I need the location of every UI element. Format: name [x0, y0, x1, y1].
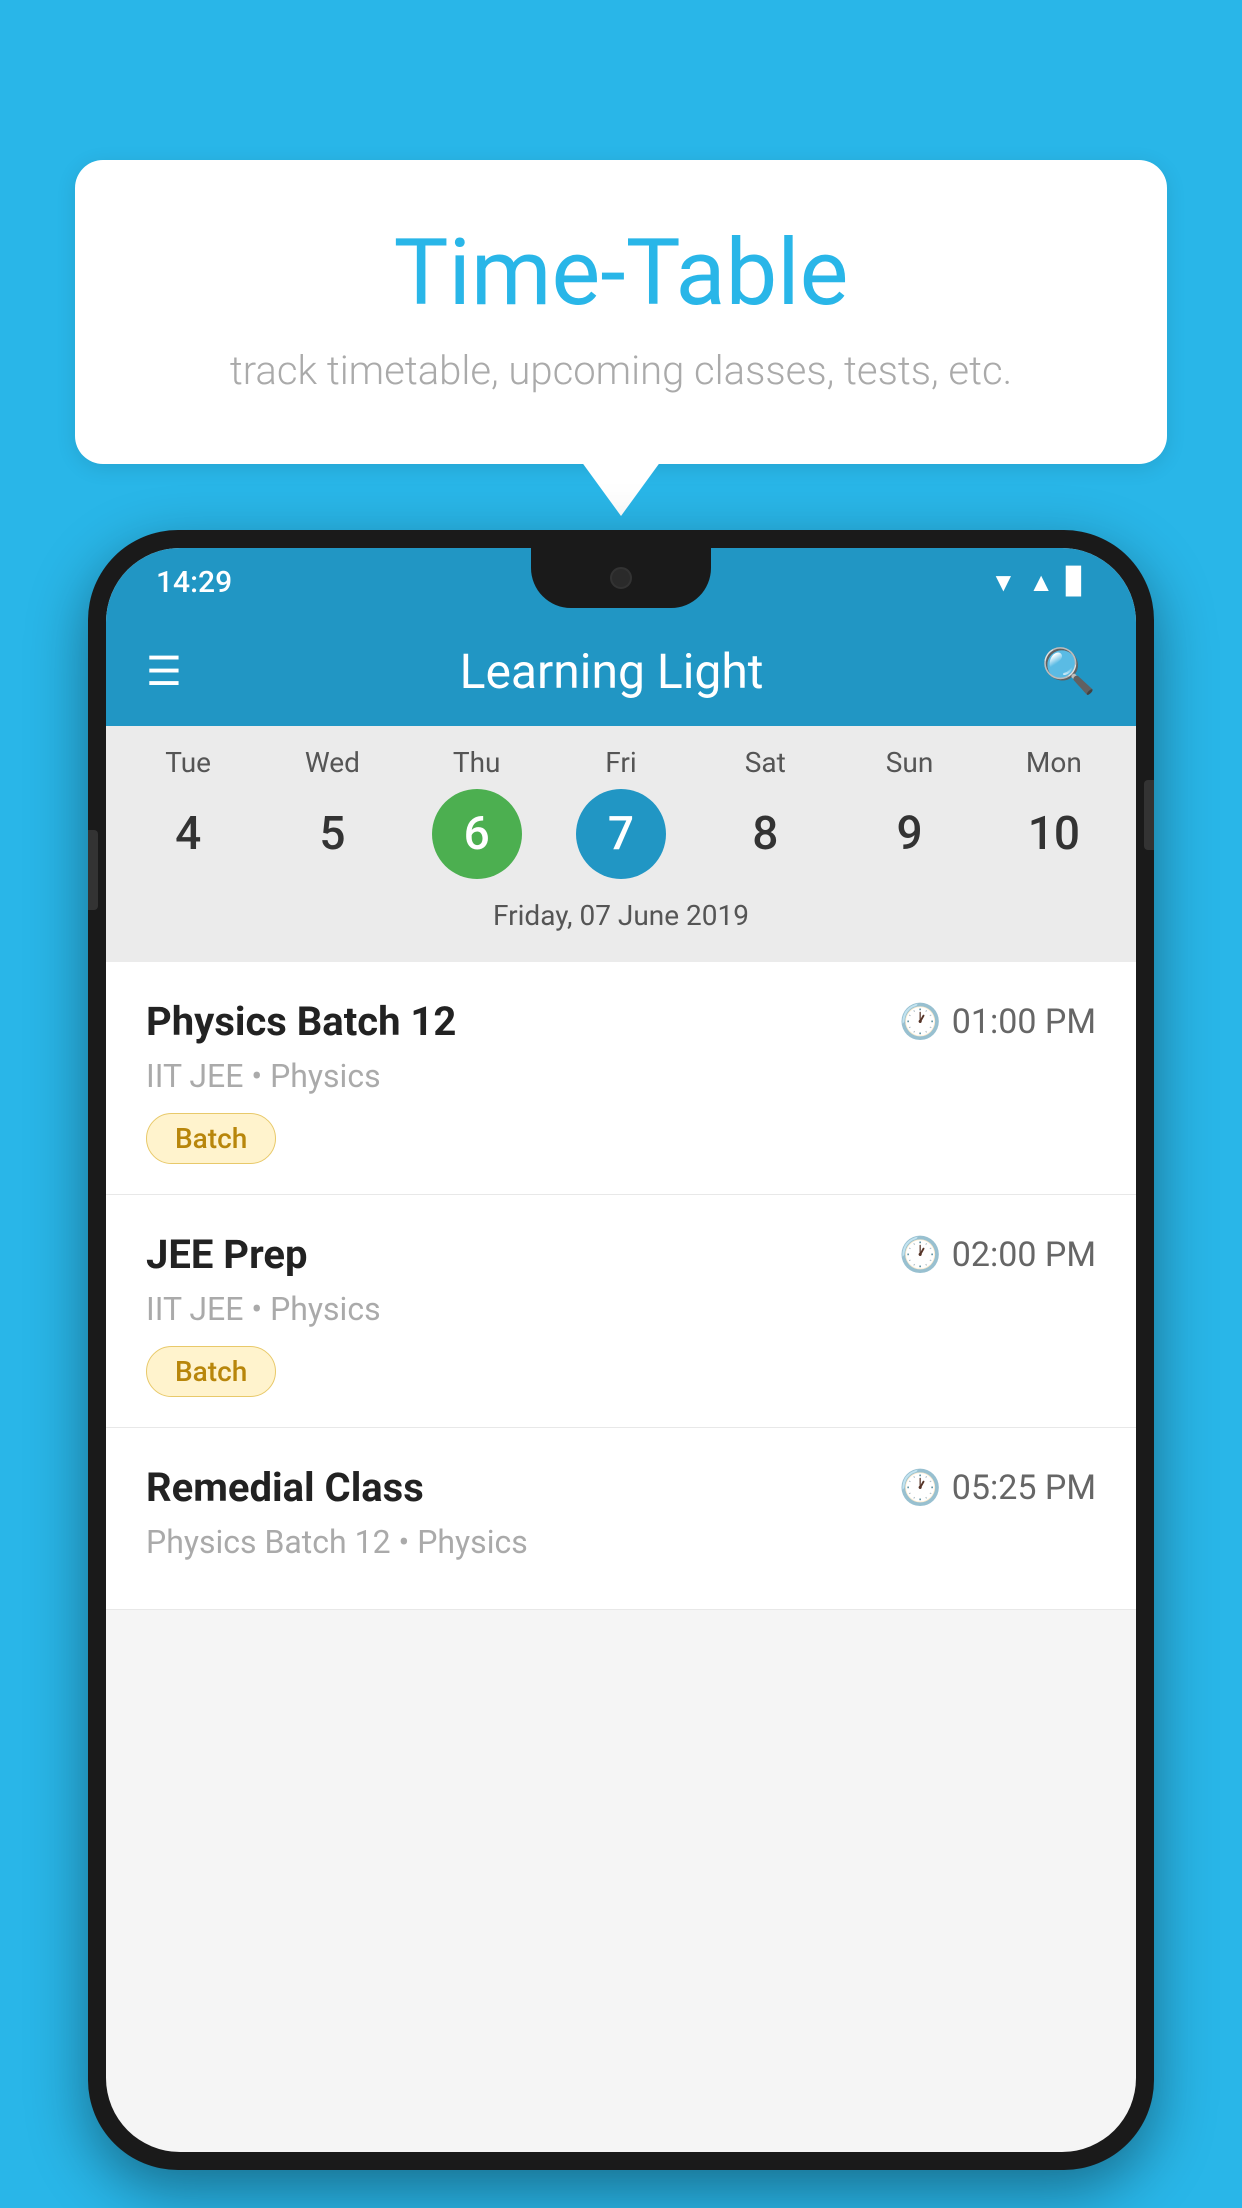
- speech-bubble-card: Time-Table track timetable, upcoming cla…: [75, 160, 1167, 464]
- schedule-item-2-header: JEE Prep 🕐 02:00 PM: [146, 1231, 1096, 1278]
- search-icon[interactable]: 🔍: [1041, 645, 1096, 697]
- phone-frame: 14:29 ▼ ▲ ▊ ☰ Learning Light 🔍 Tue Wed T…: [88, 530, 1154, 2170]
- selected-date: Friday, 07 June 2019: [106, 889, 1136, 952]
- schedule-item-1-header: Physics Batch 12 🕐 01:00 PM: [146, 998, 1096, 1045]
- phone-screen: 14:29 ▼ ▲ ▊ ☰ Learning Light 🔍 Tue Wed T…: [106, 548, 1136, 2152]
- schedule-item-1-title: Physics Batch 12: [146, 998, 456, 1045]
- schedule-item-3-time: 🕐 05:25 PM: [899, 1468, 1096, 1508]
- day-header-wed: Wed: [260, 746, 404, 779]
- battery-icon: ▊: [1066, 567, 1086, 597]
- schedule-list: Physics Batch 12 🕐 01:00 PM IIT JEE • Ph…: [106, 962, 1136, 1610]
- day-8[interactable]: 8: [720, 789, 810, 879]
- day-header-tue: Tue: [116, 746, 260, 779]
- day-6-today[interactable]: 6: [432, 789, 522, 879]
- batch-badge-2: Batch: [146, 1346, 276, 1397]
- bubble-subtitle: track timetable, upcoming classes, tests…: [155, 347, 1087, 394]
- day-header-fri: Fri: [549, 746, 693, 779]
- status-icons: ▼ ▲ ▊: [991, 567, 1086, 598]
- day-7-selected[interactable]: 7: [576, 789, 666, 879]
- schedule-item-1-subtitle: IIT JEE • Physics: [146, 1057, 1096, 1095]
- day-headers: Tue Wed Thu Fri Sat Sun Mon: [106, 746, 1136, 779]
- volume-button: [88, 830, 98, 910]
- day-10[interactable]: 10: [1009, 789, 1099, 879]
- notch: [531, 548, 711, 608]
- clock-icon-1: 🕐: [899, 1002, 941, 1042]
- schedule-item-3-subtitle: Physics Batch 12 • Physics: [146, 1523, 1096, 1561]
- power-button: [1144, 780, 1154, 850]
- schedule-item-2-time: 🕐 02:00 PM: [899, 1235, 1096, 1275]
- hamburger-icon[interactable]: ☰: [146, 648, 182, 695]
- status-bar: 14:29 ▼ ▲ ▊: [106, 548, 1136, 616]
- schedule-item-1-time: 🕐 01:00 PM: [899, 1002, 1096, 1042]
- wifi-icon: ▼: [991, 567, 1017, 598]
- calendar-strip: Tue Wed Thu Fri Sat Sun Mon 4 5 6 7 8 9 …: [106, 726, 1136, 962]
- schedule-item-2-subtitle: IIT JEE • Physics: [146, 1290, 1096, 1328]
- day-9[interactable]: 9: [865, 789, 955, 879]
- day-5[interactable]: 5: [287, 789, 377, 879]
- schedule-item-3-header: Remedial Class 🕐 05:25 PM: [146, 1464, 1096, 1511]
- day-header-thu: Thu: [405, 746, 549, 779]
- schedule-item-1[interactable]: Physics Batch 12 🕐 01:00 PM IIT JEE • Ph…: [106, 962, 1136, 1195]
- clock-icon-2: 🕐: [899, 1235, 941, 1275]
- status-time: 14:29: [156, 565, 232, 600]
- day-numbers: 4 5 6 7 8 9 10: [106, 789, 1136, 879]
- day-header-mon: Mon: [982, 746, 1126, 779]
- day-header-sun: Sun: [837, 746, 981, 779]
- bubble-title: Time-Table: [155, 220, 1087, 327]
- batch-badge-1: Batch: [146, 1113, 276, 1164]
- camera: [610, 567, 632, 589]
- day-header-sat: Sat: [693, 746, 837, 779]
- app-title: Learning Light: [460, 643, 764, 700]
- signal-icon: ▲: [1028, 567, 1054, 598]
- schedule-item-3[interactable]: Remedial Class 🕐 05:25 PM Physics Batch …: [106, 1428, 1136, 1610]
- schedule-item-2[interactable]: JEE Prep 🕐 02:00 PM IIT JEE • Physics Ba…: [106, 1195, 1136, 1428]
- schedule-item-3-title: Remedial Class: [146, 1464, 424, 1511]
- schedule-item-2-title: JEE Prep: [146, 1231, 307, 1278]
- day-4[interactable]: 4: [143, 789, 233, 879]
- app-bar: ☰ Learning Light 🔍: [106, 616, 1136, 726]
- clock-icon-3: 🕐: [899, 1468, 941, 1508]
